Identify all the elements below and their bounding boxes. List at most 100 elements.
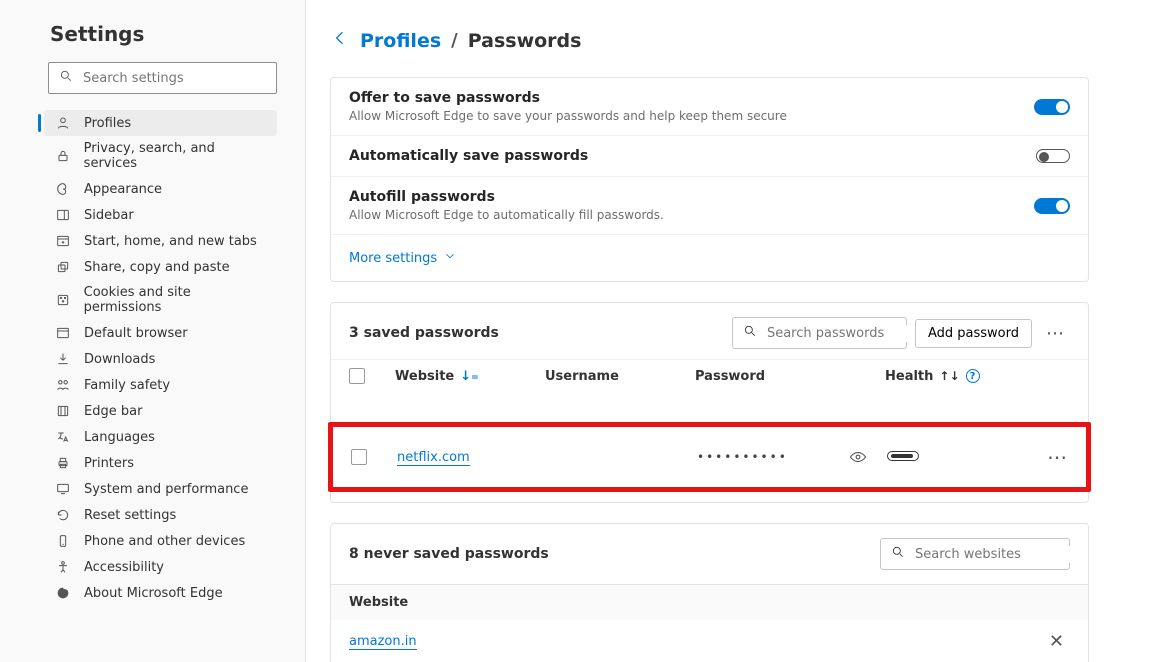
sidebar-item-accessibility[interactable]: Accessibility	[44, 554, 277, 580]
sidebar-item-label: Phone and other devices	[84, 534, 245, 549]
offer-save-toggle[interactable]	[1034, 99, 1070, 115]
sidebar-item-phone[interactable]: Phone and other devices	[44, 528, 277, 554]
sidebar-item-label: Accessibility	[84, 560, 164, 575]
profile-icon	[54, 115, 72, 131]
settings-search[interactable]	[48, 62, 277, 94]
row-more-button[interactable]: ⋯	[1007, 445, 1068, 469]
edge-icon	[54, 585, 72, 601]
sidebar-item-sidebar[interactable]: Sidebar	[44, 202, 277, 228]
sidebar-item-label: Profiles	[84, 116, 131, 131]
sidebar-item-label: Printers	[84, 456, 134, 471]
settings-sidebar: Settings Profiles Privacy, search, and s…	[0, 0, 306, 662]
cookies-icon	[54, 292, 72, 308]
chevron-down-icon	[443, 249, 457, 267]
search-passwords[interactable]	[732, 317, 907, 349]
select-all-checkbox[interactable]	[349, 368, 365, 384]
row-password-mask: ••••••••••	[697, 450, 788, 464]
sidebar-item-appearance[interactable]: Appearance	[44, 176, 277, 202]
sidebar-item-family[interactable]: Family safety	[44, 372, 277, 398]
row-health-indicator	[887, 451, 919, 461]
search-passwords-input[interactable]	[765, 325, 939, 342]
settings-card: Offer to save passwords Allow Microsoft …	[330, 77, 1089, 282]
sidebar-icon	[54, 207, 72, 223]
sidebar-item-system[interactable]: System and performance	[44, 476, 277, 502]
appearance-icon	[54, 181, 72, 197]
search-websites-input[interactable]	[913, 546, 1087, 563]
sidebar-item-label: Cookies and site permissions	[84, 285, 269, 315]
sidebar-item-label: Appearance	[84, 182, 162, 197]
reveal-password-icon[interactable]	[849, 448, 867, 466]
row-website-link[interactable]: netflix.com	[397, 450, 470, 466]
sidebar-item-reset[interactable]: Reset settings	[44, 502, 277, 528]
accessibility-icon	[54, 559, 72, 575]
share-icon	[54, 259, 72, 275]
sidebar-item-downloads[interactable]: Downloads	[44, 346, 277, 372]
add-password-button[interactable]: Add password	[915, 319, 1032, 348]
saved-count-label: 3 saved passwords	[349, 325, 499, 341]
languages-icon	[54, 429, 72, 445]
sidebar-item-label: Family safety	[84, 378, 170, 393]
more-options-button[interactable]: ⋯	[1040, 319, 1070, 348]
password-row-highlighted: netflix.com •••••••••• ⋯	[328, 422, 1091, 492]
breadcrumb: Profiles / Passwords	[330, 28, 1089, 53]
never-saved-website[interactable]: amazon.in	[349, 634, 417, 650]
sidebar-item-label: About Microsoft Edge	[84, 586, 223, 601]
sidebar-item-label: Languages	[84, 430, 155, 445]
setting-title: Autofill passwords	[349, 189, 664, 205]
col-health[interactable]: Health	[885, 369, 933, 384]
phone-icon	[54, 533, 72, 549]
sidebar-item-profiles[interactable]: Profiles	[44, 110, 277, 136]
reset-icon	[54, 507, 72, 523]
search-websites[interactable]	[880, 538, 1070, 570]
auto-save-toggle[interactable]	[1036, 149, 1070, 163]
sidebar-item-label: Default browser	[84, 326, 188, 341]
sort-icon[interactable]: ↓=	[460, 369, 478, 384]
search-icon	[743, 324, 757, 342]
row-checkbox[interactable]	[351, 449, 367, 465]
edgebar-icon	[54, 403, 72, 419]
autofill-toggle[interactable]	[1034, 198, 1070, 214]
sidebar-item-printers[interactable]: Printers	[44, 450, 277, 476]
never-saved-label: 8 never saved passwords	[349, 546, 549, 562]
sidebar-item-label: Edge bar	[84, 404, 142, 419]
col-password[interactable]: Password	[695, 369, 765, 384]
sidebar-item-label: Reset settings	[84, 508, 176, 523]
saved-passwords-card: 3 saved passwords Add password ⋯ Website…	[330, 302, 1089, 503]
family-icon	[54, 377, 72, 393]
more-settings-link[interactable]: More settings	[331, 235, 1088, 281]
saved-passwords-header: 3 saved passwords Add password ⋯	[331, 303, 1088, 359]
sort-both-icon[interactable]: ↑↓	[939, 369, 959, 383]
browser-icon	[54, 325, 72, 341]
col-username[interactable]: Username	[545, 369, 619, 384]
sidebar-item-about[interactable]: About Microsoft Edge	[44, 580, 277, 606]
printer-icon	[54, 455, 72, 471]
system-icon	[54, 481, 72, 497]
col-website[interactable]: Website	[395, 369, 454, 384]
setting-title: Automatically save passwords	[349, 148, 588, 164]
sidebar-item-label: Privacy, search, and services	[84, 141, 269, 171]
sidebar-item-privacy[interactable]: Privacy, search, and services	[44, 136, 277, 176]
setting-autofill: Autofill passwords Allow Microsoft Edge …	[331, 177, 1088, 235]
sidebar-item-edgebar[interactable]: Edge bar	[44, 398, 277, 424]
never-saved-card: 8 never saved passwords Website amazon.i…	[330, 523, 1089, 662]
newtab-icon	[54, 233, 72, 249]
settings-search-input[interactable]	[81, 70, 266, 87]
back-icon[interactable]	[330, 28, 350, 53]
help-icon[interactable]: ?	[966, 369, 980, 383]
breadcrumb-parent[interactable]: Profiles	[360, 30, 441, 52]
search-icon	[59, 69, 81, 87]
sidebar-item-label: Start, home, and new tabs	[84, 234, 257, 249]
sidebar-item-start[interactable]: Start, home, and new tabs	[44, 228, 277, 254]
saved-columns: Website ↓= Username Password Health ↑↓ ?	[331, 359, 1088, 392]
sidebar-item-languages[interactable]: Languages	[44, 424, 277, 450]
search-icon	[891, 545, 905, 563]
setting-auto-save: Automatically save passwords	[331, 136, 1088, 177]
remove-website-button[interactable]: ✕	[1043, 630, 1070, 653]
lock-icon	[54, 148, 72, 164]
sidebar-item-share[interactable]: Share, copy and paste	[44, 254, 277, 280]
download-icon	[54, 351, 72, 367]
sidebar-item-default-browser[interactable]: Default browser	[44, 320, 277, 346]
more-settings-label: More settings	[349, 251, 437, 266]
setting-title: Offer to save passwords	[349, 90, 787, 106]
sidebar-item-cookies[interactable]: Cookies and site permissions	[44, 280, 277, 320]
